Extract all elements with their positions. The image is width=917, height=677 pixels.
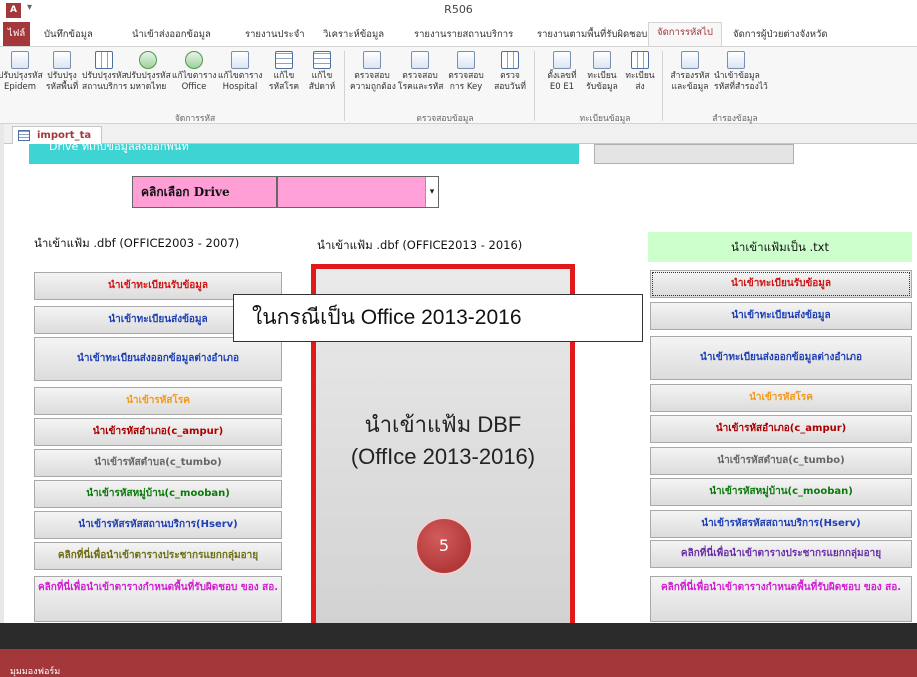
ribbon-group-label: ตรวจสอบข้อมูล — [416, 114, 474, 124]
left-import-population-button[interactable]: คลิกที่นี่เพื่อนำเข้าตารางประชากรแยกกลุ่… — [34, 542, 282, 570]
step-number-badge: 5 — [415, 517, 473, 575]
header-dbf-2003-2007: นำเข้าแฟ้ม .dbf (OFFICE2003 - 2007) — [28, 230, 246, 258]
check-disease-code-button[interactable]: ตรวจสอบ โรคและรหัส — [398, 49, 443, 103]
ribbon-tab-bar: ไฟล์ บันทึกข้อมูล นำเข้าส่งออกข้อมูล ราย… — [0, 22, 917, 46]
query-icon — [727, 51, 745, 69]
tab-manage-codes[interactable]: จัดการรหัสไป — [648, 22, 722, 46]
tab-file[interactable]: ไฟล์ — [3, 22, 30, 46]
left-import-mooban-code-button[interactable]: นำเข้ารหัสหมู่บ้าน(c_mooban) — [34, 480, 282, 508]
left-import-hserv-code-button[interactable]: นำเข้ารหัสรหัสสถานบริการ(Hserv) — [34, 511, 282, 539]
status-form-view-text: มุมมองฟอร์ม — [10, 667, 61, 677]
query-icon — [53, 51, 71, 69]
query-icon — [457, 51, 475, 69]
top-grey-button[interactable] — [594, 144, 794, 164]
import-form: Drive ที่เก็บข้อมูลส่งออกพื้นที่ คลิกเลื… — [4, 144, 917, 631]
header-txt: นำเข้าแฟ้มเป็น .txt — [648, 232, 912, 262]
right-import-ampur-code-button[interactable]: นำเข้ารหัสอำเภอ(c_ampur) — [650, 415, 912, 443]
dbf-button-label: นำเข้าแฟ้ม DBF (OffIce 2013-2016) — [350, 412, 536, 469]
query-icon — [593, 51, 611, 69]
right-import-receive-register-button[interactable]: นำเข้าทะเบียนรับข้อมูล — [650, 270, 912, 298]
calendar-grid-icon — [95, 51, 113, 69]
calendar-grid-icon — [501, 51, 519, 69]
update-area-code-button[interactable]: ปรับปรุง รหัสพื้นที่ — [40, 49, 84, 103]
tab-import-export[interactable]: นำเข้าส่งออกข้อมูล — [132, 27, 211, 42]
bottom-dark-band — [0, 623, 917, 649]
ribbon-group-label: จัดการรหัส — [174, 114, 216, 124]
table-icon — [275, 51, 293, 69]
right-import-population-button[interactable]: คลิกที่นี่เพื่อนำเข้าตารางประชากรแยกกลุ่… — [650, 540, 912, 568]
set-e0-e1-number-button[interactable]: ตั้งเลขที่ E0 E1 — [540, 49, 584, 103]
left-import-disease-code-button[interactable]: นำเข้ารหัสโรค — [34, 387, 282, 415]
edit-hospital-table-button[interactable]: แก้ไขตาราง Hospital — [218, 49, 263, 103]
form-tab-label: import_ta — [37, 130, 92, 141]
tab-daily-report[interactable]: รายงานประจำ — [245, 27, 305, 42]
document-icon — [553, 51, 571, 69]
drive-banner: Drive ที่เก็บข้อมูลส่งออกพื้นที่ — [29, 144, 579, 164]
document-icon — [11, 51, 29, 69]
update-epidem-code-button[interactable]: ปรับปรุงรหัส Epidem — [0, 49, 43, 103]
window-title: R506 — [444, 3, 473, 16]
document-tab-bar: import_ta — [4, 124, 917, 144]
check-keying-button[interactable]: ตรวจสอบ การ Key — [444, 49, 488, 103]
status-bar: มุมมองฟอร์ม — [0, 649, 917, 677]
calendar-grid-icon — [631, 51, 649, 69]
left-import-other-district-button[interactable]: นำเข้าทะเบียนส่งออกข้อมูลต่างอำเภอ — [34, 337, 282, 381]
right-import-area-responsibility-button[interactable]: คลิกที่นี่เพื่อนำเข้าตารางกำหนดพื้นที่รั… — [650, 576, 912, 622]
people-icon — [139, 51, 157, 69]
query-icon — [411, 51, 429, 69]
drive-banner-text: Drive ที่เก็บข้อมูลส่งออกพื้นที่ — [49, 144, 189, 153]
edit-office-table-button[interactable]: แก้ไขตาราง Office — [172, 49, 217, 103]
document-icon — [363, 51, 381, 69]
right-import-disease-code-button[interactable]: นำเข้ารหัสโรค — [650, 384, 912, 412]
left-import-area-responsibility-button[interactable]: คลิกที่นี่เพื่อนำเข้าตารางกำหนดพื้นที่รั… — [34, 576, 282, 622]
update-interior-code-button[interactable]: ปรับปรุงรหัส มหาดไทย — [126, 49, 171, 103]
document-icon — [681, 51, 699, 69]
right-import-hserv-code-button[interactable]: นำเข้ารหัสรหัสสถานบริการ(Hserv) — [650, 510, 912, 538]
ribbon-separator — [344, 51, 345, 121]
tab-report-by-area[interactable]: รายงานตามพื้นที่รับผิดชอบ — [537, 27, 647, 42]
right-import-tumbo-code-button[interactable]: นำเข้ารหัสตำบล(c_tumbo) — [650, 447, 912, 475]
form-tab-import-ta[interactable]: import_ta — [12, 126, 103, 144]
drive-combobox[interactable]: ▾ — [277, 176, 439, 208]
edit-week-button[interactable]: แก้ไข สัปดาห์ — [300, 49, 344, 103]
backup-codes-button[interactable]: สำรองรหัส และข้อมูล — [668, 49, 712, 103]
check-date-button[interactable]: ตรวจ สอบวันที่ — [488, 49, 532, 103]
update-facility-code-button[interactable]: ปรับปรุงรหัส สถานบริการ — [82, 49, 127, 103]
table-icon — [313, 51, 331, 69]
header-dbf-2013-2016: นำเข้าแฟ้ม .dbf (OFFICE2013 - 2016) — [313, 232, 527, 260]
send-register-button[interactable]: ทะเบียน ส่ง — [618, 49, 662, 103]
ribbon-group-label: สำรองข้อมูล — [712, 114, 758, 124]
title-bar: A ▾ R506 — [0, 0, 917, 22]
form-icon — [18, 130, 30, 141]
select-drive-label: คลิกเลือก Drive — [132, 176, 277, 208]
right-import-mooban-code-button[interactable]: นำเข้ารหัสหมู่บ้าน(c_mooban) — [650, 478, 912, 506]
people-icon — [185, 51, 203, 69]
tab-report-by-facility[interactable]: รายงานรายสถานบริการ — [414, 27, 513, 42]
ribbon-separator — [534, 51, 535, 121]
ribbon: ปรับปรุงรหัส Epidem ปรับปรุง รหัสพื้นที่ ป… — [0, 46, 917, 124]
tab-analyze-data[interactable]: วิเคราะห์ข้อมูล — [323, 27, 384, 42]
ribbon-separator — [662, 51, 663, 121]
tab-manage-outprovince-patients[interactable]: จัดการผู้ป่วยต่างจังหวัด — [733, 27, 828, 42]
right-import-send-register-button[interactable]: นำเข้าทะเบียนส่งข้อมูล — [650, 302, 912, 330]
right-import-other-district-button[interactable]: นำเข้าทะเบียนส่งออกข้อมูลต่างอำเภอ — [650, 336, 912, 380]
check-accuracy-button[interactable]: ตรวจสอบ ความถูกต้อง — [350, 49, 396, 103]
dropdown-arrow-icon[interactable]: ▾ — [425, 177, 438, 207]
document-icon — [231, 51, 249, 69]
office-2013-2016-callout: ในกรณีเป็น Office 2013-2016 — [233, 294, 643, 342]
import-backup-codes-button[interactable]: นำเข้าข้อมูล รหัสที่สำรองไว้ — [714, 49, 768, 103]
left-import-tumbo-code-button[interactable]: นำเข้ารหัสตำบล(c_tumbo) — [34, 449, 282, 477]
left-import-ampur-code-button[interactable]: นำเข้ารหัสอำเภอ(c_ampur) — [34, 418, 282, 446]
ribbon-group-label: ทะเบียนข้อมูล — [579, 114, 631, 124]
tab-record-data[interactable]: บันทึกข้อมูล — [44, 27, 93, 42]
